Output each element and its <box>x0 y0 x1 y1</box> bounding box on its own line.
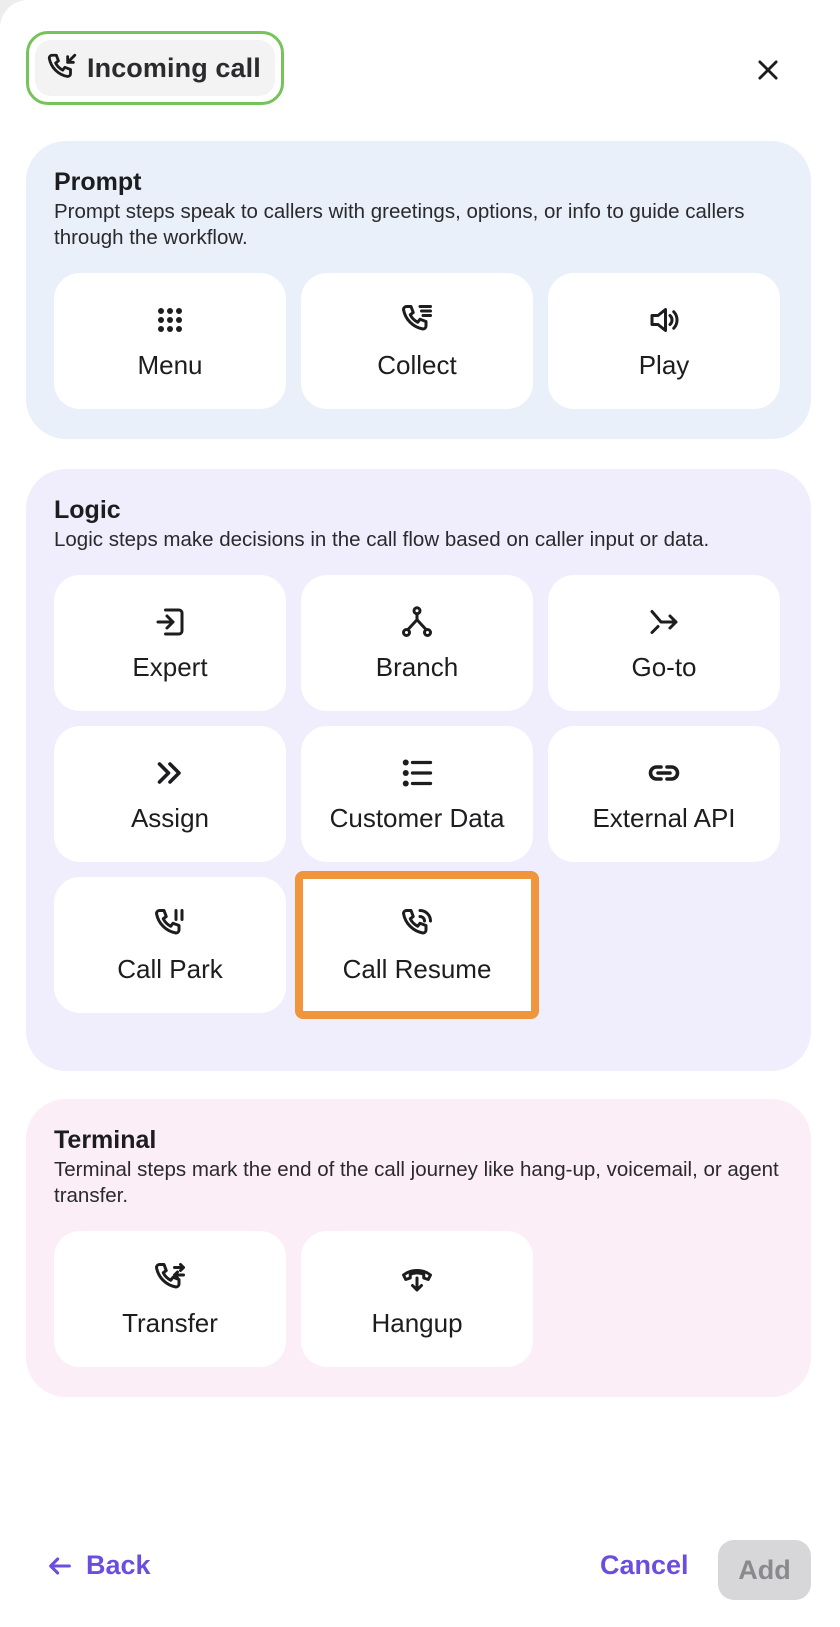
list-icon <box>402 759 433 786</box>
terminal-section: Terminal Terminal steps mark the end of … <box>26 1099 811 1397</box>
link-icon <box>648 764 680 781</box>
step-collect[interactable]: Collect <box>301 273 533 409</box>
step-label: Transfer <box>122 1307 218 1338</box>
step-label: Call Resume <box>342 953 492 984</box>
step-label: Play <box>638 349 690 380</box>
logic-section: Logic Logic steps make decisions in the … <box>26 469 811 1071</box>
step-external-api[interactable]: External API <box>548 726 780 862</box>
step-label: External API <box>592 802 736 833</box>
section-title: Terminal <box>54 1126 157 1154</box>
incoming-call-chip: Incoming call <box>26 31 284 105</box>
prompt-section: Prompt Prompt steps speak to callers wit… <box>26 141 811 439</box>
step-assign[interactable]: Assign <box>54 726 286 862</box>
step-label: Menu <box>137 349 203 380</box>
step-menu[interactable]: Menu <box>54 273 286 409</box>
back-label: Back <box>86 1550 151 1580</box>
phone-transfer-icon <box>155 1262 185 1288</box>
close-button[interactable] <box>748 50 788 90</box>
close-icon <box>758 60 778 80</box>
step-label: Go-to <box>631 651 697 682</box>
step-customer-data[interactable]: Customer Data <box>301 726 533 862</box>
cancel-button[interactable]: Cancel <box>600 1550 689 1581</box>
arrow-left-icon <box>49 1556 71 1575</box>
section-title: Logic <box>54 496 121 524</box>
step-hangup[interactable]: Hangup <box>301 1231 533 1367</box>
section-description: Terminal steps mark the end of the call … <box>54 1158 779 1207</box>
step-label: Assign <box>130 802 210 833</box>
login-arrow-icon <box>156 608 184 635</box>
section-description: Logic steps make decisions in the call f… <box>54 528 710 551</box>
add-button[interactable]: Add <box>718 1540 811 1600</box>
step-label: Branch <box>375 651 459 682</box>
speaker-icon <box>650 307 679 332</box>
section-title: Prompt <box>54 168 142 196</box>
step-label: Expert <box>132 651 208 682</box>
add-step-panel: Incoming call Prompt Prompt steps speak … <box>0 0 840 1627</box>
goto-arrow-icon <box>650 609 678 634</box>
step-label: Call Park <box>117 953 223 984</box>
phone-resume-icon <box>402 908 432 934</box>
step-go-to[interactable]: Go-to <box>548 575 780 711</box>
step-label: Hangup <box>371 1307 463 1338</box>
header-title: Incoming call <box>87 52 261 83</box>
step-play[interactable]: Play <box>548 273 780 409</box>
double-chevron-icon <box>157 761 181 784</box>
prompt-grid: Menu Collect Play <box>54 273 783 409</box>
section-description: Prompt steps speak to callers with greet… <box>54 200 745 249</box>
step-call-resume[interactable]: Call Resume <box>295 871 539 1019</box>
step-label: Collect <box>377 349 457 380</box>
back-button[interactable]: Back <box>46 1550 151 1581</box>
step-expert[interactable]: Expert <box>54 575 286 711</box>
step-branch[interactable]: Branch <box>301 575 533 711</box>
step-transfer[interactable]: Transfer <box>54 1231 286 1367</box>
hangup-icon <box>402 1268 432 1291</box>
step-call-park[interactable]: Call Park <box>54 877 286 1013</box>
branch-icon <box>402 605 432 637</box>
incoming-call-icon <box>47 53 77 78</box>
step-label: Customer Data <box>329 802 505 833</box>
footer: Back Cancel Add <box>0 1540 840 1600</box>
phone-pause-icon <box>155 908 184 934</box>
logic-grid: Expert Branch Go-to Assign Customer Data… <box>54 575 783 1019</box>
terminal-grid: Transfer Hangup <box>54 1231 783 1367</box>
grid-dots-icon <box>158 307 182 332</box>
phone-collect-icon <box>402 304 432 330</box>
